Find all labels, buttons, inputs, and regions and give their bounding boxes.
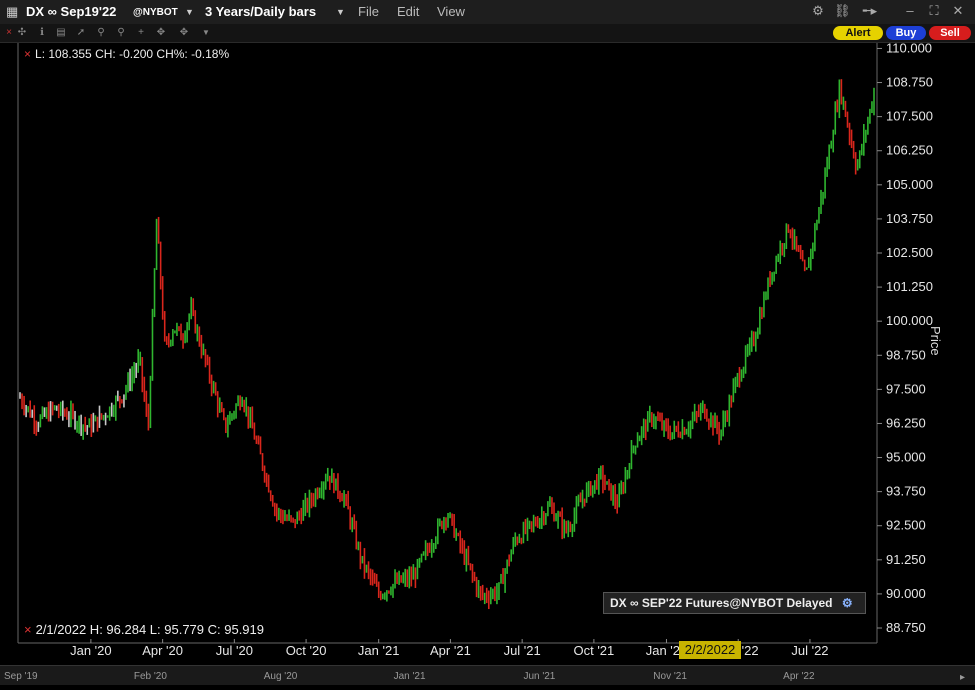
y-tick-label: 90.000: [886, 586, 926, 601]
cursor-icon[interactable]: ➚: [75, 27, 87, 39]
menu-view[interactable]: View: [437, 4, 465, 19]
chart-icon[interactable]: ▤: [55, 27, 67, 39]
buy-button[interactable]: Buy: [886, 26, 926, 40]
gear-icon[interactable]: ⚙: [810, 3, 826, 19]
crosshair-tool-icon[interactable]: +: [135, 27, 147, 39]
x-tick-label: Apr '21: [430, 643, 471, 658]
last-price-readout: × L: 108.355 CH: -0.200 CH%: -0.18%: [24, 47, 229, 61]
menu-file[interactable]: File: [358, 4, 379, 19]
vertical-pan-icon[interactable]: ✥: [178, 27, 190, 39]
y-tick-label: 106.250: [886, 143, 933, 158]
y-tick-label: 108.750: [886, 75, 933, 90]
symbol-label[interactable]: DX ∞ Sep19'22: [26, 4, 116, 19]
y-tick-label: 107.500: [886, 109, 933, 124]
chart-legend[interactable]: DX ∞ SEP'22 Futures@NYBOT Delayed ⚙: [603, 592, 866, 614]
y-axis-title: Price: [928, 326, 943, 356]
zoom-in-icon[interactable]: ⚲: [95, 27, 107, 39]
y-tick-label: 102.500: [886, 245, 933, 260]
exchange-label[interactable]: @NYBOT: [133, 7, 178, 18]
x-tick-label: Jul '22: [791, 643, 828, 658]
legend-label: DX ∞ SEP'22 Futures@NYBOT Delayed: [610, 596, 833, 610]
scroll-date-label: Jun '21: [523, 671, 555, 682]
price-bars: [19, 79, 875, 610]
y-tick-label: 105.000: [886, 177, 933, 192]
y-tick-label: 100.000: [886, 313, 933, 328]
pan-icon[interactable]: ✥: [155, 27, 167, 39]
last-price-text: L: 108.355 CH: -0.200 CH%: -0.18%: [35, 47, 230, 61]
contract-icon: ▦: [6, 4, 19, 19]
y-tick-label: 92.500: [886, 518, 926, 533]
scroll-date-label: Aug '20: [264, 671, 298, 682]
chevron-down-icon[interactable]: ▼: [200, 27, 212, 39]
timeframe-selector[interactable]: 3 Years/Daily bars: [205, 4, 316, 19]
x-tick-label: Oct '21: [573, 643, 614, 658]
scrollbar-track[interactable]: Sep '19 Feb '20 Aug '20 Jan '21 Jun '21 Nov '…: [0, 666, 975, 685]
chevron-down-icon[interactable]: ▼: [185, 7, 194, 17]
scroll-date-label: Sep '19: [4, 671, 38, 682]
x-tick-label: Jul '20: [216, 643, 253, 658]
y-tick-label: 95.000: [886, 450, 926, 465]
y-tick-label: 101.250: [886, 279, 933, 294]
settings-icon[interactable]: ⚙: [842, 596, 853, 610]
close-icon[interactable]: ×: [24, 47, 31, 61]
y-tick-label: 103.750: [886, 211, 933, 226]
close-icon[interactable]: ×: [24, 622, 32, 637]
scroll-date-label: Apr '22: [783, 671, 815, 682]
scroll-right-icon[interactable]: ▸: [960, 672, 965, 683]
y-tick-label: 91.250: [886, 552, 926, 567]
link-icon[interactable]: ⛓: [834, 3, 851, 19]
x-tick-label: Oct '20: [286, 643, 327, 658]
scroll-date-label: Nov '21: [653, 671, 687, 682]
scroll-date-label: Jan '21: [394, 671, 426, 682]
zoom-out-icon[interactable]: ⚲: [115, 27, 127, 39]
pin-icon[interactable]: ╾▸: [858, 3, 882, 19]
y-tick-label: 110.000: [886, 43, 932, 55]
y-tick-label: 93.750: [886, 484, 926, 499]
maximize-icon[interactable]: ⛶: [926, 3, 942, 19]
y-axis-ticks: 110.000 108.750 107.500 106.250 105.000 103.7…: [877, 43, 933, 635]
crosshair-icon[interactable]: ✣: [16, 27, 28, 39]
x-tick-label: Apr '20: [142, 643, 183, 658]
alert-button[interactable]: Alert: [833, 26, 883, 40]
y-tick-label: 97.500: [886, 381, 926, 396]
menu-edit[interactable]: Edit: [397, 4, 419, 19]
scroll-date-label: Feb '20: [134, 671, 167, 682]
close-icon[interactable]: ✕: [950, 3, 966, 19]
x-tick-label: Jan '21: [358, 643, 400, 658]
time-scrollbar[interactable]: Sep '19 Feb '20 Aug '20 Jan '21 Jun '21 Nov '…: [0, 665, 975, 685]
y-tick-label: 96.250: [886, 415, 926, 430]
info-icon[interactable]: ℹ: [36, 27, 48, 39]
y-tick-label: 88.750: [886, 620, 926, 635]
cursor-date-marker: 2/2/2022: [679, 641, 741, 659]
y-tick-label: 98.750: [886, 347, 926, 362]
cursor-ohlc-text: 2/1/2022 H: 96.284 L: 95.779 C: 95.919: [35, 622, 264, 637]
title-bar: ▦ DX ∞ Sep19'22 @NYBOT ▼ 3 Years/Daily b…: [0, 0, 975, 24]
close-tool-icon[interactable]: ×: [3, 27, 15, 39]
minimize-icon[interactable]: –: [902, 3, 918, 19]
x-tick-label: Jul '21: [504, 643, 541, 658]
chevron-down-icon[interactable]: ▼: [336, 7, 345, 17]
sell-button[interactable]: Sell: [929, 26, 971, 40]
price-chart[interactable]: 110.000 108.750 107.500 106.250 105.000 103.7…: [0, 43, 975, 665]
cursor-ohlc-readout: × 2/1/2022 H: 96.284 L: 95.779 C: 95.919: [24, 622, 264, 637]
x-tick-label: Jan '20: [70, 643, 112, 658]
